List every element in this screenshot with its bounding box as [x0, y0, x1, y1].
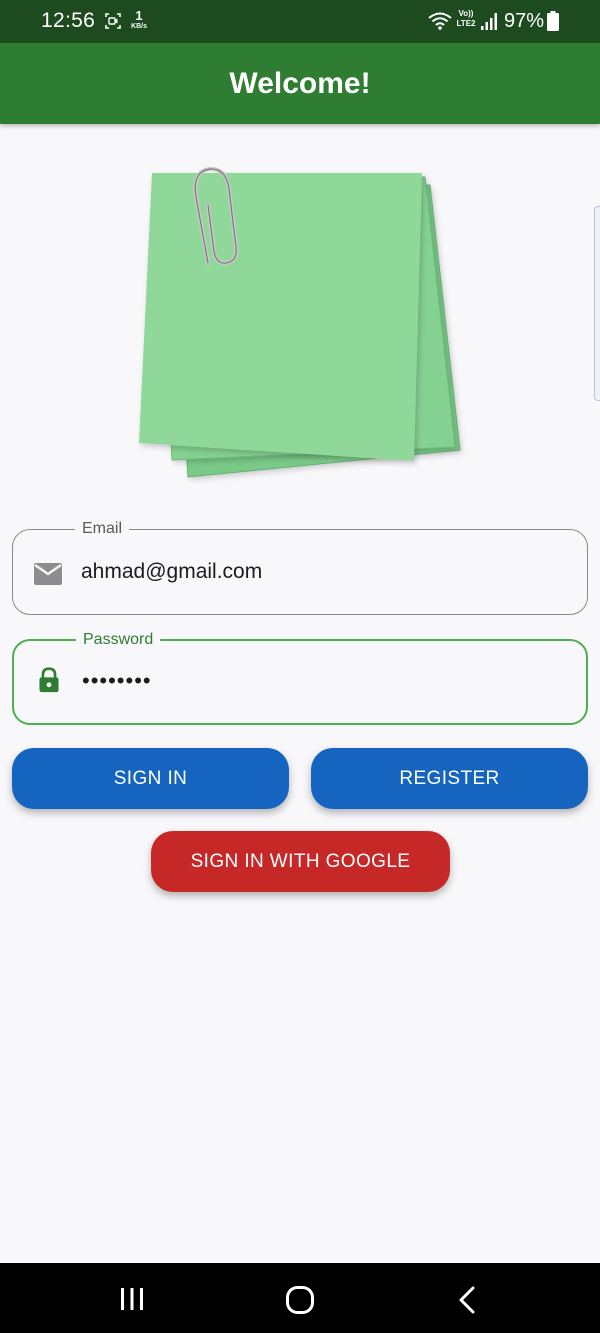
volte-line1: Vo)) — [458, 9, 474, 18]
page-title: Welcome! — [229, 66, 371, 100]
sticky-notes-illustration — [139, 166, 461, 478]
sticky-note-front — [139, 173, 422, 461]
back-icon[interactable] — [458, 1286, 476, 1314]
screen-record-icon — [105, 13, 121, 29]
network-speed-value: 1 — [135, 8, 143, 23]
volte-line2: LTE2 — [456, 19, 476, 28]
register-button[interactable]: REGISTER — [311, 748, 588, 809]
scroll-indicator — [594, 206, 600, 401]
lock-icon — [39, 667, 59, 693]
battery-percent: 97% — [504, 10, 545, 32]
network-speed: 1 KB/s — [127, 9, 151, 30]
navigation-bar — [0, 1263, 600, 1333]
signal-icon — [481, 13, 497, 30]
password-label: Password — [76, 630, 161, 650]
battery-icon — [547, 11, 559, 31]
mail-icon — [34, 563, 62, 585]
screen: 12:56 1 KB/s Vo)) LTE2 97% Welcome! Emai… — [0, 0, 600, 1333]
email-field[interactable]: Email ahmad@gmail.com — [12, 519, 588, 615]
sign-in-button[interactable]: SIGN IN — [12, 748, 289, 809]
app-bar: Welcome! — [0, 43, 600, 124]
wifi-icon — [428, 12, 452, 30]
status-time: 12:56 — [41, 9, 96, 32]
recents-icon[interactable] — [119, 1287, 145, 1311]
sign-in-with-google-button[interactable]: SIGN IN WITH GOOGLE — [151, 831, 450, 892]
password-field[interactable]: Password •••••••• — [12, 630, 588, 725]
email-label: Email — [75, 519, 130, 539]
volte-indicator: Vo)) LTE2 — [453, 10, 479, 28]
status-bar: 12:56 1 KB/s Vo)) LTE2 97% — [0, 0, 600, 43]
network-speed-unit: KB/s — [131, 23, 147, 30]
home-icon[interactable] — [285, 1285, 315, 1315]
email-value: ahmad@gmail.com — [81, 560, 263, 583]
password-value: •••••••• — [82, 668, 152, 693]
